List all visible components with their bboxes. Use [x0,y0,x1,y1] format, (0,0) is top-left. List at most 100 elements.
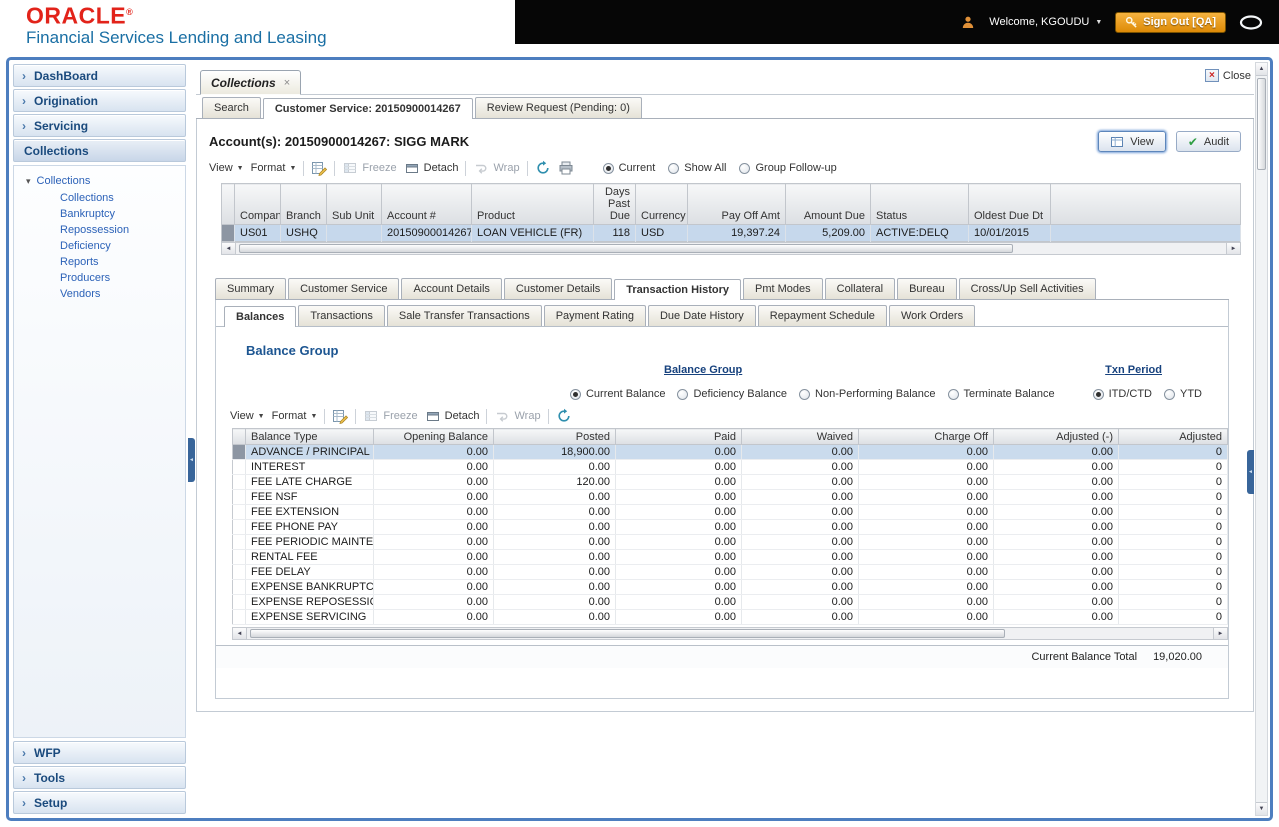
panel-collapse-handle[interactable]: ◄ [1247,450,1254,494]
tab-pmt-modes[interactable]: Pmt Modes [743,278,823,299]
sidebar-item-servicing[interactable]: › Servicing [13,114,186,137]
row-selector[interactable] [233,505,246,520]
detach-button[interactable]: Detach [425,408,480,424]
table-row[interactable]: FEE NSF0.000.000.000.000.000.000 [233,490,1228,505]
tab-summary[interactable]: Summary [215,278,286,299]
tab-search[interactable]: Search [202,97,261,118]
table-row[interactable]: INTEREST0.000.000.000.000.000.000 [233,460,1228,475]
balance-horizontal-scrollbar[interactable]: ◄ ► [232,627,1228,640]
account-horizontal-scrollbar[interactable]: ◄ ► [221,242,1241,255]
row-selector[interactable] [233,535,246,550]
row-selector[interactable] [233,595,246,610]
tree-item-producers[interactable]: Producers [16,270,183,286]
scrollbar-thumb[interactable] [239,244,1013,253]
welcome-menu[interactable]: Welcome, KGOUDU ▼ [989,16,1102,28]
tab-customer-service[interactable]: Customer Service: 20150900014267 [263,98,473,119]
doc-tab-collections[interactable]: Collections × [200,70,301,95]
column-header[interactable]: Sub Unit [327,184,382,225]
tab-transactions[interactable]: Transactions [298,305,385,326]
row-selector[interactable] [233,490,246,505]
sign-out-button[interactable]: Sign Out [QA] [1115,12,1226,33]
sidebar-item-origination[interactable]: › Origination [13,89,186,112]
column-header[interactable]: Adjusted (-) [994,429,1119,445]
sidebar-item-tools[interactable]: › Tools [13,766,186,789]
radio-current[interactable]: Current [603,162,656,174]
row-selector[interactable] [233,475,246,490]
table-row[interactable]: FEE DELAY0.000.000.000.000.000.000 [233,565,1228,580]
scrollbar-thumb[interactable] [1257,78,1266,170]
scroll-right-button[interactable]: ► [1226,243,1240,254]
freeze-button[interactable]: Freeze [363,408,417,424]
column-header[interactable]: Paid [616,429,742,445]
row-selector[interactable] [233,520,246,535]
radio-group-follow-up[interactable]: Group Follow-up [739,162,836,174]
column-header[interactable]: Balance Type [246,429,374,445]
row-selector[interactable] [233,565,246,580]
tab-collateral[interactable]: Collateral [825,278,895,299]
tab-sale-transfer-transactions[interactable]: Sale Transfer Transactions [387,305,542,326]
refresh-icon[interactable] [535,160,551,176]
sidebar-item-wfp[interactable]: › WFP [13,741,186,764]
radio-show-all[interactable]: Show All [668,162,726,174]
tree-item-bankruptcy[interactable]: Bankruptcy [16,206,183,222]
view-menu[interactable]: View ▼ [230,410,265,422]
tab-account-details[interactable]: Account Details [401,278,501,299]
sidebar-item-dashboard[interactable]: › DashBoard [13,64,186,87]
tree-root-collections[interactable]: ▾ Collections [16,173,183,190]
column-header[interactable]: Adjusted [1119,429,1228,445]
tab-transaction-history[interactable]: Transaction History [614,279,741,300]
tab-balances[interactable]: Balances [224,306,296,327]
column-header[interactable]: Oldest Due Dt [969,184,1051,225]
column-header[interactable]: Company [235,184,281,225]
column-header[interactable]: Currency [636,184,688,225]
tab-cross-up-sell[interactable]: Cross/Up Sell Activities [959,278,1096,299]
tab-bureau[interactable]: Bureau [897,278,956,299]
radio-ytd[interactable]: YTD [1164,388,1202,400]
tree-item-vendors[interactable]: Vendors [16,286,183,302]
column-header[interactable]: Waived [742,429,859,445]
column-header[interactable]: Opening Balance [374,429,494,445]
table-row[interactable]: EXPENSE SERVICING0.000.000.000.000.000.0… [233,610,1228,625]
format-menu[interactable]: Format ▼ [272,410,318,422]
tab-customer-details[interactable]: Customer Details [504,278,612,299]
radio-non-performing-balance[interactable]: Non-Performing Balance [799,388,935,400]
table-row[interactable]: FEE PERIODIC MAINTE...0.000.000.000.000.… [233,535,1228,550]
sidebar-collapse-handle[interactable]: ◄ [188,438,195,482]
column-header[interactable]: Charge Off [859,429,994,445]
tab-customer-service-detail[interactable]: Customer Service [288,278,399,299]
column-header[interactable]: Days Past Due [594,184,636,225]
scroll-left-button[interactable]: ◄ [233,628,247,639]
radio-deficiency-balance[interactable]: Deficiency Balance [677,388,787,400]
tab-work-orders[interactable]: Work Orders [889,305,975,326]
refresh-icon[interactable] [556,408,572,424]
audit-button[interactable]: ✔ Audit [1176,131,1241,152]
scroll-right-button[interactable]: ► [1213,628,1227,639]
wrap-button[interactable]: Wrap [494,408,540,424]
column-header[interactable]: Pay Off Amt [688,184,786,225]
column-header[interactable]: Account # [382,184,472,225]
row-selector[interactable] [233,460,246,475]
freeze-button[interactable]: Freeze [342,160,396,176]
table-row[interactable]: FEE PHONE PAY0.000.000.000.000.000.000 [233,520,1228,535]
tab-payment-rating[interactable]: Payment Rating [544,305,646,326]
table-row[interactable]: FEE LATE CHARGE0.00120.000.000.000.000.0… [233,475,1228,490]
table-row[interactable]: FEE EXTENSION0.000.000.000.000.000.000 [233,505,1228,520]
balance-group-label[interactable]: Balance Group [664,364,742,376]
scroll-left-button[interactable]: ◄ [222,243,236,254]
column-header[interactable]: Posted [494,429,616,445]
scrollbar-thumb[interactable] [250,629,1005,638]
wrap-button[interactable]: Wrap [473,160,519,176]
column-header[interactable]: Branch [281,184,327,225]
contact-icon[interactable] [1239,15,1263,30]
tab-close-icon[interactable]: × [284,77,290,89]
format-menu[interactable]: Format ▼ [251,162,297,174]
vertical-scrollbar[interactable]: ▲ ▼ [1255,62,1268,816]
scroll-up-button[interactable]: ▲ [1256,63,1267,76]
print-icon[interactable] [558,160,574,176]
scroll-down-button[interactable]: ▼ [1256,802,1267,815]
txn-period-label[interactable]: Txn Period [1105,364,1162,376]
row-selector[interactable] [233,610,246,625]
view-menu[interactable]: View ▼ [209,162,244,174]
view-button[interactable]: View [1098,131,1166,152]
row-selector[interactable] [222,225,235,242]
